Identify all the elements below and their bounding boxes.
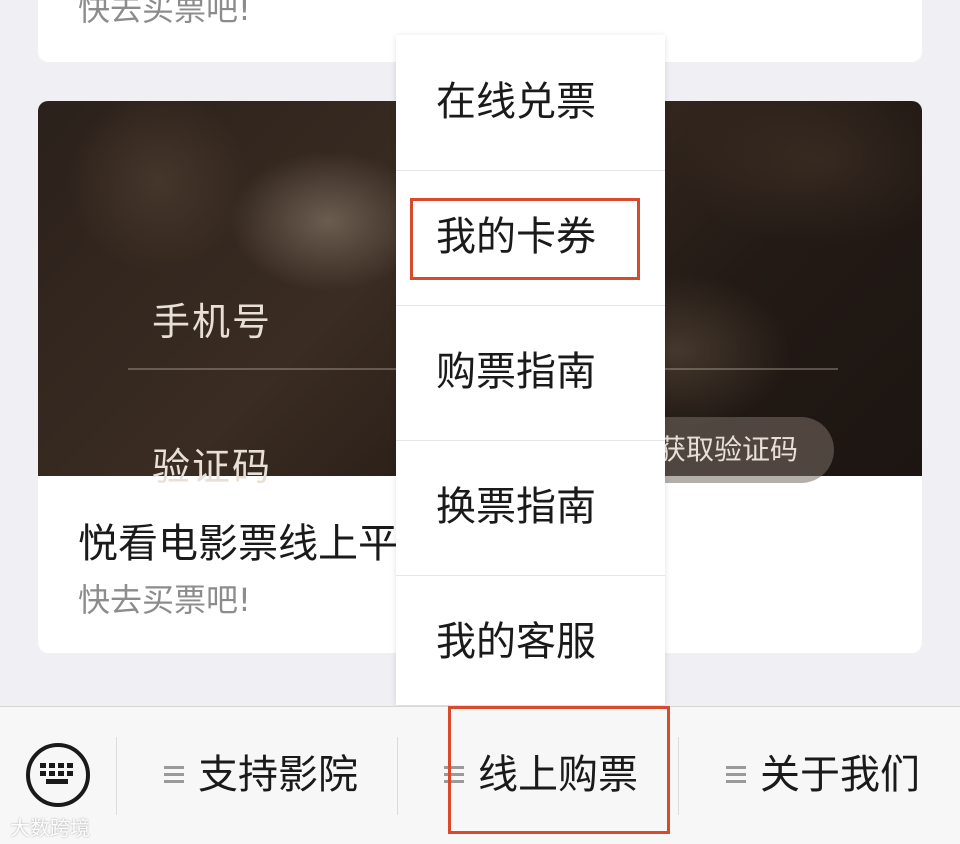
keyboard-icon[interactable] [26, 743, 90, 807]
tab-about-us-label: 关于我们 [760, 752, 920, 798]
bar-divider [397, 737, 398, 815]
tab-about-us[interactable]: 关于我们 [726, 707, 920, 844]
menu-item-customer-service[interactable]: 我的客服 [396, 575, 665, 710]
menu-item-my-coupons[interactable]: 我的卡券 [396, 170, 665, 305]
watermark-logo: 大数跨境 [10, 816, 90, 840]
image-phone-label: 手机号 [152, 300, 273, 344]
previous-card-subtitle: 快去买票吧! [78, 0, 251, 28]
tab-online-tickets[interactable]: 线上购票 [444, 707, 638, 844]
bottom-menu-bar: 支持影院 线上购票 关于我们 [0, 706, 960, 844]
tab-supported-cinemas[interactable]: 支持影院 [164, 707, 358, 844]
menu-item-online-redeem[interactable]: 在线兑票 [396, 35, 665, 170]
menu-icon [726, 764, 746, 784]
bar-divider [116, 737, 117, 815]
bar-divider [678, 737, 679, 815]
menu-item-ticket-guide[interactable]: 购票指南 [396, 305, 665, 440]
tab-supported-cinemas-label: 支持影院 [198, 752, 358, 798]
menu-icon [444, 764, 464, 784]
article-subtitle: 快去买票吧! [78, 581, 251, 619]
menu-icon [164, 764, 184, 784]
submenu-popup: 在线兑票 我的卡券 购票指南 换票指南 我的客服 [396, 35, 665, 705]
tab-online-tickets-label: 线上购票 [478, 752, 638, 798]
article-title: 悦看电影票线上平 [78, 521, 398, 567]
image-code-label: 验证码 [152, 445, 273, 489]
menu-item-exchange-guide[interactable]: 换票指南 [396, 440, 665, 575]
